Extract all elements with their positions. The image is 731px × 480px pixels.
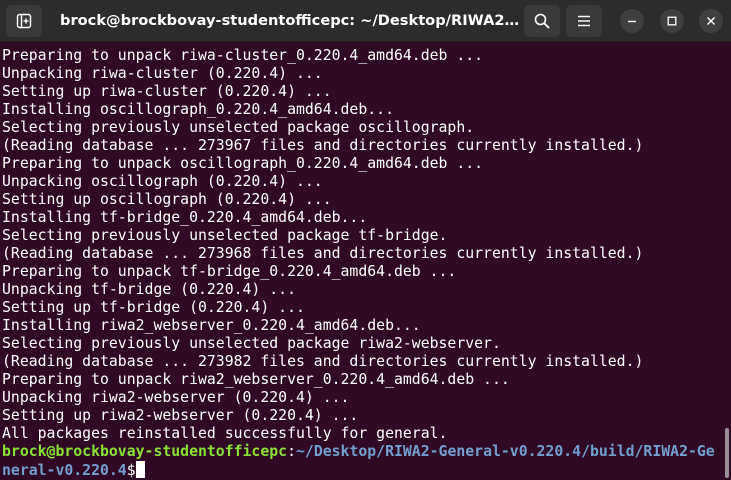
prompt-dollar: $ xyxy=(126,462,136,479)
output-line: (Reading database ... 273968 files and d… xyxy=(2,245,644,262)
output-line: All packages reinstalled successfully fo… xyxy=(2,425,448,442)
text-cursor xyxy=(135,461,145,478)
close-icon xyxy=(707,17,715,25)
terminal-window: brock@brockbovay-studentofficepc: ~/Desk… xyxy=(0,0,731,480)
output-line: Setting up tf-bridge (0.220.4) ... xyxy=(2,299,305,316)
output-line: Unpacking riwa2-webserver (0.220.4) ... xyxy=(2,389,350,406)
hamburger-menu-icon xyxy=(578,15,590,27)
output-line: Setting up riwa2-webserver (0.220.4) ... xyxy=(2,407,359,424)
hamburger-menu-button[interactable] xyxy=(566,5,602,37)
output-line: Unpacking tf-bridge (0.220.4) ... xyxy=(2,281,296,298)
output-line: Unpacking oscillograph (0.220.4) ... xyxy=(2,173,323,190)
output-line: (Reading database ... 273967 files and d… xyxy=(2,137,644,154)
output-line: Setting up oscillograph (0.220.4) ... xyxy=(2,191,332,208)
window-title: brock@brockbovay-studentofficepc: ~/Desk… xyxy=(60,12,520,29)
output-line: Preparing to unpack oscillograph_0.220.4… xyxy=(2,155,484,172)
output-line: Selecting previously unselected package … xyxy=(2,335,501,352)
new-tab-icon xyxy=(16,13,32,29)
output-line: Selecting previously unselected package … xyxy=(2,227,448,244)
output-line: Preparing to unpack tf-bridge_0.220.4_am… xyxy=(2,263,457,280)
scrollbar[interactable] xyxy=(725,428,729,478)
output-line: Setting up riwa-cluster (0.220.4) ... xyxy=(2,83,332,100)
minimize-button[interactable] xyxy=(620,9,644,33)
output-line: Selecting previously unselected package … xyxy=(2,119,475,136)
shell-prompt: brock@brockbovay-studentofficepc:~/Deskt… xyxy=(2,443,715,461)
output-line: Installing riwa2_webserver_0.220.4_amd64… xyxy=(2,317,421,334)
output-line: (Reading database ... 273982 files and d… xyxy=(2,353,644,370)
search-icon xyxy=(534,13,550,29)
title-bar: brock@brockbovay-studentofficepc: ~/Desk… xyxy=(0,0,731,42)
output-line: Unpacking riwa-cluster (0.220.4) ... xyxy=(2,65,323,82)
prompt-path-continued: neral-v0.220.4 xyxy=(2,462,127,479)
shell-prompt-continued: neral-v0.220.4$ xyxy=(2,461,145,479)
minimize-icon xyxy=(628,20,636,23)
output-line: Preparing to unpack riwa-cluster_0.220.4… xyxy=(2,47,484,64)
output-line: Preparing to unpack riwa2_webserver_0.22… xyxy=(2,371,510,388)
maximize-icon xyxy=(667,16,677,26)
prompt-user-host: brock@brockbovay-studentofficepc xyxy=(2,443,288,460)
prompt-path: ~/Desktop/RIWA2-General-v0.220.4/build/R… xyxy=(296,443,715,460)
terminal-output[interactable]: Preparing to unpack riwa-cluster_0.220.4… xyxy=(0,46,722,480)
output-line: Installing oscillograph_0.220.4_amd64.de… xyxy=(2,101,394,118)
maximize-button[interactable] xyxy=(660,9,684,33)
prompt-separator: : xyxy=(287,443,296,460)
new-tab-button[interactable] xyxy=(6,5,42,37)
close-button[interactable] xyxy=(699,9,723,33)
search-button[interactable] xyxy=(524,5,560,37)
output-line: Installing tf-bridge_0.220.4_amd64.deb..… xyxy=(2,209,368,226)
